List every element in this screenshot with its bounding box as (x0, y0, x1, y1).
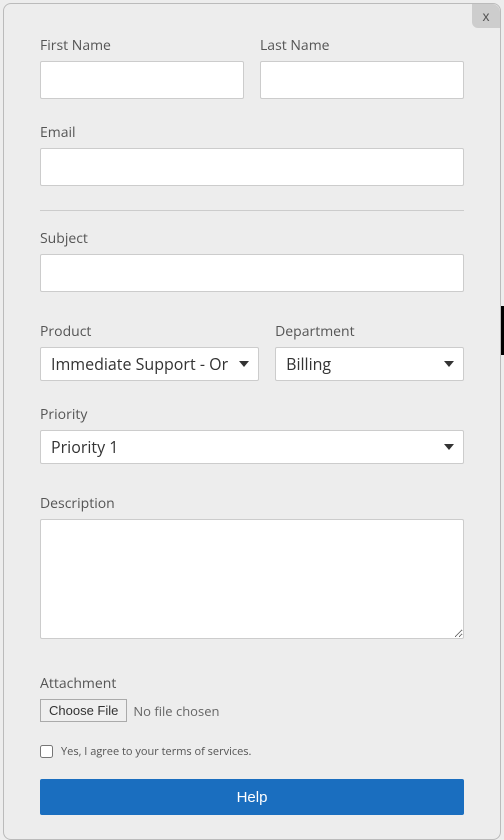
description-field-group: Description (40, 494, 464, 644)
department-value: Billing (286, 353, 331, 375)
attachment-field-group: Attachment Choose File No file chosen (40, 674, 464, 722)
file-status-text: No file chosen (133, 702, 219, 720)
priority-select[interactable]: Priority 1 (40, 430, 464, 464)
close-icon: x (483, 8, 490, 24)
subject-input[interactable] (40, 254, 464, 292)
choose-file-button[interactable]: Choose File (40, 699, 127, 722)
attachment-label: Attachment (40, 674, 464, 693)
priority-value: Priority 1 (51, 436, 118, 458)
priority-field-group: Priority Priority 1 (40, 405, 464, 464)
terms-label: Yes, I agree to your terms of services. (61, 744, 251, 759)
priority-label: Priority (40, 405, 464, 424)
support-form: First Name Last Name Email (4, 4, 500, 186)
help-submit-button[interactable]: Help (40, 779, 464, 815)
support-modal: x First Name Last Name Email Subject Pr (3, 3, 501, 840)
product-field-group: Product Immediate Support - Or (40, 322, 259, 381)
description-label: Description (40, 494, 464, 513)
last-name-field-group: Last Name (260, 36, 464, 99)
department-field-group: Department Billing (275, 322, 464, 381)
subject-field-group: Subject (40, 229, 464, 292)
product-label: Product (40, 322, 259, 341)
email-field-group: Email (40, 123, 464, 186)
product-select[interactable]: Immediate Support - Or (40, 347, 259, 381)
first-name-field-group: First Name (40, 36, 244, 99)
email-input[interactable] (40, 148, 464, 186)
terms-checkbox[interactable] (40, 745, 53, 758)
last-name-input[interactable] (260, 61, 464, 99)
form-divider (40, 210, 464, 211)
product-value: Immediate Support - Or (51, 353, 228, 375)
department-select[interactable]: Billing (275, 347, 464, 381)
description-textarea[interactable] (40, 519, 464, 639)
terms-row: Yes, I agree to your terms of services. (40, 744, 464, 759)
email-label: Email (40, 123, 464, 142)
department-label: Department (275, 322, 464, 341)
subject-label: Subject (40, 229, 464, 248)
first-name-label: First Name (40, 36, 244, 55)
first-name-input[interactable] (40, 61, 244, 99)
last-name-label: Last Name (260, 36, 464, 55)
close-button[interactable]: x (472, 4, 500, 28)
